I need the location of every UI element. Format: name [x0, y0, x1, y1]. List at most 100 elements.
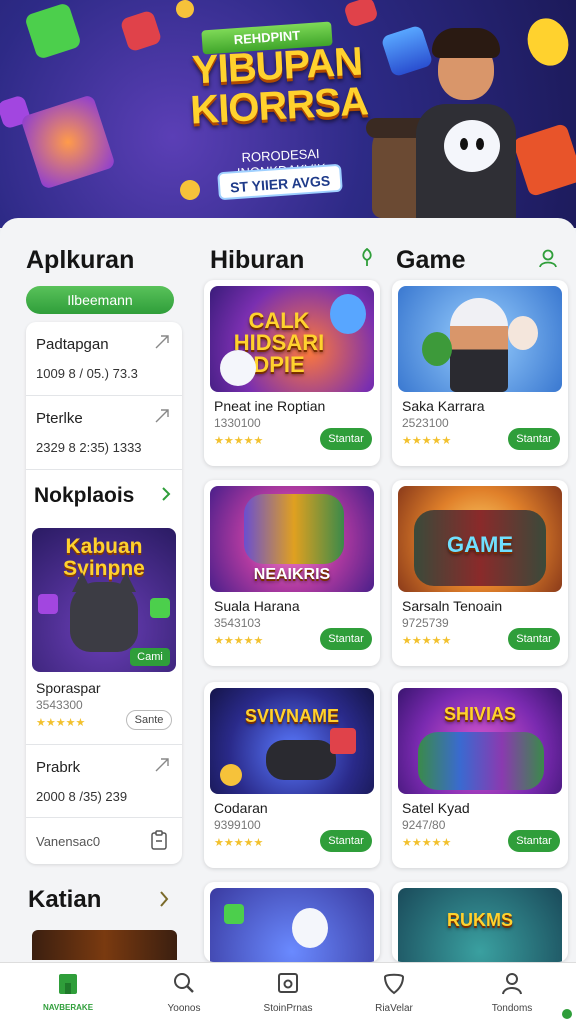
shield-icon: [382, 971, 406, 995]
status-dot-icon: [562, 1009, 572, 1019]
list-item-name: Pterlke: [36, 410, 83, 427]
hero-banner[interactable]: REHDPINT YIBUPAN KIORRSA RORODESAI INONK…: [0, 0, 576, 228]
game-card-stars: ★★★★★: [214, 837, 264, 849]
banner-cube-glow: [20, 94, 116, 190]
game-card-image: SVIVNAME: [210, 688, 374, 794]
game-card-stars: ★★★★★: [402, 837, 452, 849]
ghost-shape: [220, 350, 256, 386]
search-icon: [172, 971, 196, 995]
game-card-number: 9725739: [402, 616, 449, 630]
store-icon: [276, 971, 300, 995]
featured-name: Sporaspar: [36, 680, 101, 696]
nav-item-home[interactable]: NAVBERAKE: [18, 963, 118, 1024]
game-card-stars: ★★★★★: [402, 635, 452, 647]
footer-label: Vanensac0: [36, 834, 101, 849]
list-item[interactable]: Padtapgan 1009 8 / 05.) 73.3: [26, 322, 182, 396]
cube-shape: [224, 904, 244, 924]
game-card-number: 1330100: [214, 416, 261, 430]
start-button[interactable]: Stantar: [508, 428, 560, 450]
start-button[interactable]: Stantar: [320, 830, 372, 852]
list-item[interactable]: Pterlke 2329 8 2:35) 1333: [26, 396, 182, 470]
game-card-stars: ★★★★★: [214, 435, 264, 447]
game-card-image: NEAIKRIS: [210, 486, 374, 592]
pet-shape: [508, 316, 538, 350]
nav-label: NAVBERAKE: [42, 1003, 94, 1012]
coin-shape: [220, 764, 242, 786]
nav-item-search[interactable]: Yoonos: [134, 963, 234, 1024]
banner-cube-orange: [512, 122, 576, 198]
game-image-text: SVIVNAME: [244, 706, 340, 726]
user-icon[interactable]: [538, 248, 558, 273]
game-card-image: GAME: [398, 486, 562, 592]
game-card-name: Saka Karrara: [402, 398, 485, 414]
section-title-nokplaois: Nokplaois: [34, 484, 135, 507]
profile-icon: [500, 971, 524, 995]
featured-action-button[interactable]: Sante: [126, 710, 172, 730]
list-item-stats: 1009 8 / 05.) 73.3: [36, 366, 138, 381]
bottom-navigation: NAVBERAKE Yoonos StoinPrnas RiaVelar Ton…: [0, 962, 576, 1024]
list-item-name: Padtapgan: [36, 336, 109, 353]
nav-label: StoinPrnas: [263, 1003, 313, 1014]
list-item[interactable]: Prabrk 2000 8 /35) 239: [26, 744, 182, 818]
start-button[interactable]: Stantar: [320, 428, 372, 450]
game-card[interactable]: GAME Sarsaln Tenoain 9725739 ★★★★★ Stant…: [392, 480, 568, 666]
game-card-image: [210, 888, 374, 962]
featured-number: 3543300: [36, 698, 83, 712]
banner-cube-gold: [173, 0, 197, 21]
clipboard-icon[interactable]: [150, 830, 168, 855]
game-card-image: RUKMS: [398, 888, 562, 962]
featured-game-image[interactable]: Kabuan Syinpne Cami: [32, 528, 176, 672]
game-card[interactable]: RUKMS: [392, 882, 568, 962]
banner-cube-red: [119, 9, 163, 53]
start-button[interactable]: Stantar: [320, 628, 372, 650]
filter-pill-button[interactable]: Ilbeemann: [26, 286, 174, 314]
game-card-name: Pneat ine Roptian: [214, 398, 326, 414]
game-image-text: RUKMS: [447, 910, 513, 930]
game-card[interactable]: SHIVIAS Satel Kyad 9247/80 ★★★★★ Stantar: [392, 682, 568, 868]
game-card[interactable]: Saka Karrara 2523100 ★★★★★ Stantar: [392, 280, 568, 466]
column-title-entertainment: Hiburan: [210, 246, 305, 274]
game-card-name: Satel Kyad: [402, 800, 470, 816]
cactus-shape: [422, 332, 452, 366]
nav-label: Yoonos: [167, 1003, 201, 1014]
game-card-number: 9247/80: [402, 818, 446, 832]
game-card-name: Suala Harana: [214, 598, 300, 614]
leaf-icon[interactable]: [360, 247, 374, 271]
start-button[interactable]: Stantar: [508, 830, 560, 852]
game-image-text: GAME: [447, 532, 513, 557]
game-image-text: NEAIKRIS: [253, 566, 331, 583]
game-card-stars: ★★★★★: [402, 435, 452, 447]
game-card[interactable]: CALK HIDSARI DPIE Pneat ine Roptian 1330…: [204, 280, 380, 466]
list-item-stats: 2000 8 /35) 239: [36, 789, 128, 804]
chevron-right-icon[interactable]: [160, 486, 172, 507]
game-card[interactable]: NEAIKRIS Suala Harana 3543103 ★★★★★ Stan…: [204, 480, 380, 666]
nav-item-profile[interactable]: Tondoms: [462, 963, 562, 1024]
banner-title-line2: KIORRSA: [189, 79, 369, 133]
app-list-card: Padtapgan 1009 8 / 05.) 73.3 Pterlke 232…: [26, 322, 182, 864]
featured-chip[interactable]: Cami: [130, 648, 170, 666]
category-preview-image[interactable]: [32, 930, 177, 960]
game-card-name: Codaran: [214, 800, 268, 816]
featured-image-title: Kabuan Syinpne: [63, 535, 145, 580]
game-card-number: 9399100: [214, 818, 261, 832]
nav-item-shield[interactable]: RiaVelar: [344, 963, 444, 1024]
game-card-number: 3543103: [214, 616, 261, 630]
start-button[interactable]: Stantar: [508, 628, 560, 650]
hero-group-shape: [244, 494, 344, 564]
nav-item-store[interactable]: StoinPrnas: [238, 963, 338, 1024]
featured-stars: ★★★★★: [36, 717, 86, 729]
game-card-number: 2523100: [402, 416, 449, 430]
chevron-right-icon[interactable]: [158, 888, 170, 914]
nav-label: Tondoms: [491, 1003, 533, 1014]
nav-label: RiaVelar: [375, 1003, 413, 1014]
game-card-image: CALK HIDSARI DPIE: [210, 286, 374, 392]
gem-shape: [38, 594, 58, 614]
game-card[interactable]: SVIVNAME Codaran 9399100 ★★★★★ Stantar: [204, 682, 380, 868]
creature-shape: [330, 294, 366, 334]
banner-cube-green: [24, 2, 82, 60]
trend-arrow-icon: [154, 408, 170, 429]
section-title-katian: Katian: [28, 886, 102, 913]
list-item-name: Prabrk: [36, 759, 81, 776]
game-card[interactable]: [204, 882, 380, 962]
banner-cube-yellow: [521, 12, 575, 72]
